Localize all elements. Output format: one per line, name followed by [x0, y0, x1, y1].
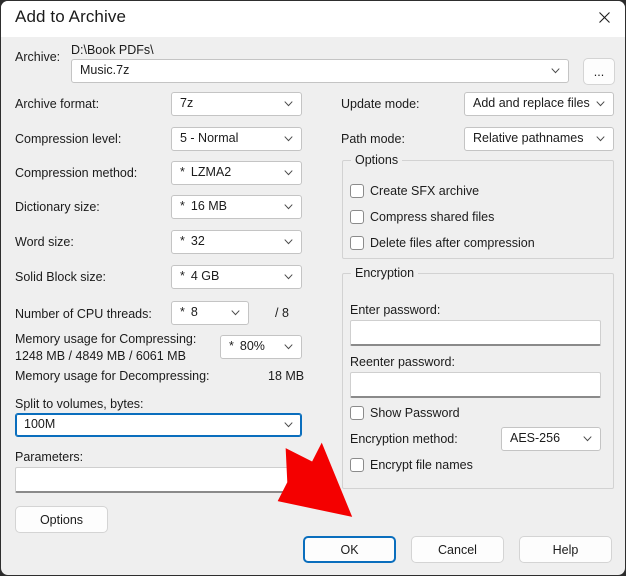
checkbox-box — [350, 210, 364, 224]
enter-password-label: Enter password: — [350, 303, 441, 317]
encryption-group-legend: Encryption — [351, 266, 419, 280]
encryption-method-combo[interactable]: AES-256 — [501, 427, 601, 451]
chevron-down-icon — [284, 170, 293, 176]
split-volumes-value: 100M — [24, 417, 56, 431]
checkbox-box — [350, 458, 364, 472]
solid-block-size-combo[interactable]: 4 GB — [171, 265, 302, 289]
cpu-threads-total: / 8 — [275, 306, 289, 320]
update-mode-value: Add and replace files — [473, 96, 590, 110]
chevron-down-icon — [284, 344, 293, 350]
memory-decompressing-label: Memory usage for Decompressing: — [15, 369, 210, 383]
chevron-down-icon — [551, 68, 560, 74]
encryption-method-label: Encryption method: — [350, 432, 458, 446]
checkbox-label: Show Password — [370, 406, 460, 420]
options-button[interactable]: Options — [15, 506, 108, 533]
compression-method-label: Compression method: — [15, 166, 138, 180]
chevron-down-icon — [596, 136, 605, 142]
solid-block-size-label: Solid Block size: — [15, 270, 107, 284]
memory-compressing-values: 1248 MB / 4849 MB / 6061 MB — [15, 349, 186, 363]
word-size-value: 32 — [180, 234, 205, 248]
chevron-down-icon — [284, 101, 293, 107]
cpu-threads-combo[interactable]: 8 — [171, 301, 249, 325]
checkbox-label: Create SFX archive — [370, 184, 480, 198]
cpu-threads-value: 8 — [180, 305, 198, 319]
chevron-down-icon — [284, 136, 293, 142]
archive-filename-combo[interactable]: Music.7z — [71, 59, 569, 83]
update-mode-combo[interactable]: Add and replace files — [464, 92, 614, 116]
cancel-button[interactable]: Cancel — [411, 536, 504, 563]
memory-percent-combo[interactable]: 80% — [220, 335, 302, 359]
checkbox-box — [350, 236, 364, 250]
reenter-password-input[interactable] — [350, 372, 601, 398]
path-mode-value: Relative pathnames — [473, 131, 584, 145]
archive-format-label: Archive format: — [15, 97, 100, 111]
dictionary-size-label: Dictionary size: — [15, 200, 100, 214]
enter-password-input[interactable] — [350, 320, 601, 346]
split-volumes-label: Split to volumes, bytes: — [15, 397, 144, 411]
compression-level-combo[interactable]: 5 - Normal — [171, 127, 302, 151]
memory-percent-value: 80% — [229, 339, 265, 353]
page-title: Add to Archive — [15, 7, 127, 26]
encryption-method-value: AES-256 — [510, 431, 561, 445]
close-icon — [599, 11, 610, 23]
help-button[interactable]: Help — [519, 536, 612, 563]
ok-button[interactable]: OK — [303, 536, 396, 563]
compression-level-value: 5 - Normal — [180, 131, 239, 145]
parameters-input[interactable] — [15, 467, 302, 493]
archive-filename-value: Music.7z — [80, 63, 130, 77]
checkbox-label: Encrypt file names — [370, 458, 473, 472]
chevron-down-icon — [231, 310, 240, 316]
update-mode-label: Update mode: — [341, 97, 420, 111]
chevron-down-icon — [284, 422, 293, 428]
word-size-label: Word size: — [15, 235, 74, 249]
solid-block-size-value: 4 GB — [180, 269, 220, 283]
checkbox-encrypt-file-names[interactable]: Encrypt file names — [350, 457, 473, 473]
archive-format-combo[interactable]: 7z — [171, 92, 302, 116]
compression-level-label: Compression level: — [15, 132, 122, 146]
parameters-label: Parameters: — [15, 450, 84, 464]
checkbox-box — [350, 406, 364, 420]
cpu-threads-label: Number of CPU threads: — [15, 307, 152, 321]
checkbox-create-sfx-archive[interactable]: Create SFX archive — [350, 183, 479, 199]
chevron-down-icon — [284, 239, 293, 245]
close-button[interactable] — [582, 1, 625, 33]
checkbox-label: Compress shared files — [370, 210, 495, 224]
path-mode-combo[interactable]: Relative pathnames — [464, 127, 614, 151]
word-size-combo[interactable]: 32 — [171, 230, 302, 254]
reenter-password-label: Reenter password: — [350, 355, 455, 369]
compression-method-value: LZMA2 — [180, 165, 231, 179]
title-bar: Add to Archive — [1, 1, 625, 37]
memory-decompressing-value: 18 MB — [268, 369, 305, 383]
chevron-down-icon — [284, 204, 293, 210]
checkbox-show-password[interactable]: Show Password — [350, 405, 460, 421]
chevron-down-icon — [596, 101, 605, 107]
browse-button[interactable]: ... — [583, 58, 615, 85]
options-group-legend: Options — [351, 153, 403, 167]
add-to-archive-dialog: Add to Archive Archive: D:\Book PDFs\ Mu… — [0, 0, 626, 576]
memory-compressing-label: Memory usage for Compressing: — [15, 332, 197, 346]
checkbox-label: Delete files after compression — [370, 236, 535, 250]
split-volumes-combo[interactable]: 100M — [15, 413, 302, 437]
checkbox-box — [350, 184, 364, 198]
archive-format-value: 7z — [180, 96, 194, 110]
archive-label: Archive: — [15, 50, 61, 64]
chevron-down-icon — [284, 274, 293, 280]
dictionary-size-value: 16 MB — [180, 199, 227, 213]
checkbox-compress-shared-files[interactable]: Compress shared files — [350, 209, 494, 225]
archive-path-text: D:\Book PDFs\ — [71, 43, 154, 57]
dictionary-size-combo[interactable]: 16 MB — [171, 195, 302, 219]
path-mode-label: Path mode: — [341, 132, 405, 146]
checkbox-delete-files-after-compression[interactable]: Delete files after compression — [350, 235, 535, 251]
compression-method-combo[interactable]: LZMA2 — [171, 161, 302, 185]
chevron-down-icon — [583, 436, 592, 442]
